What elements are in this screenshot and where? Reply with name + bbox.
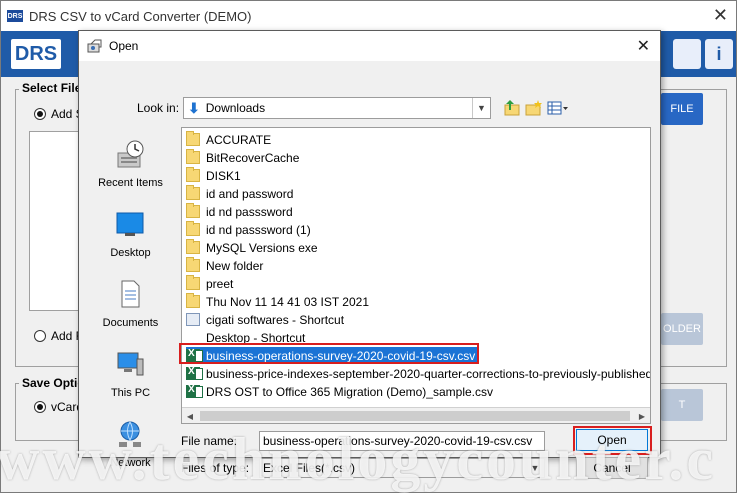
add-folder-button[interactable]: OLDER (661, 313, 703, 345)
selected-file-highlight-box (179, 343, 479, 364)
horizontal-scrollbar[interactable]: ◀ ▶ (182, 407, 650, 423)
documents-icon (115, 279, 145, 309)
add-file-button[interactable]: FILE (661, 93, 703, 125)
place-label: This PC (110, 387, 151, 399)
folder-row[interactable]: Thu Nov 11 14 41 03 IST 2021 (186, 293, 369, 310)
up-folder-icon[interactable] (503, 99, 521, 117)
watermark-text: www.technologycounter.c (0, 426, 717, 492)
folder-row[interactable]: id nd passsword (186, 203, 293, 220)
add-folder-radio[interactable] (34, 330, 46, 342)
file-name: ACCURATE (206, 132, 272, 147)
header-button[interactable] (673, 39, 701, 69)
file-name: New folder (206, 258, 264, 273)
place-label: Desktop (110, 247, 151, 259)
file-name: Thu Nov 11 14 41 03 IST 2021 (206, 294, 370, 309)
new-folder-icon[interactable] (525, 99, 543, 117)
convert-button[interactable]: T (661, 389, 703, 421)
folder-icon (186, 275, 200, 290)
folder-icon (186, 185, 200, 200)
file-name: preet (206, 276, 234, 291)
file-name: id nd passsword (206, 204, 293, 219)
dialog-body: Look in: ⬇ Downloads ▼ Recent Items Desk… (79, 61, 660, 479)
folder-row[interactable]: New folder (186, 257, 263, 274)
folder-row[interactable]: ACCURATE (186, 131, 271, 148)
look-in-dropdown[interactable]: ⬇ Downloads ▼ (183, 97, 491, 119)
folder-row[interactable]: MySQL Versions exe (186, 239, 318, 256)
dialog-app-icon (87, 39, 103, 53)
file-name: cigati softwares - Shortcut (206, 312, 345, 327)
place-desktop[interactable]: Desktop (87, 205, 174, 271)
scroll-right-icon[interactable]: ▶ (634, 408, 650, 424)
folder-row[interactable]: BitRecoverCache (186, 149, 299, 166)
file-name: id and password (206, 186, 294, 201)
dialog-titlebar: Open ✕ (79, 31, 660, 61)
file-name: MySQL Versions exe (206, 240, 318, 255)
file-name: business-price-indexes-september-2020-qu… (206, 366, 651, 381)
folder-row[interactable]: id nd passsword (1) (186, 221, 311, 238)
scroll-thumb[interactable] (200, 411, 630, 421)
place-recent-items[interactable]: Recent Items (87, 135, 174, 201)
dialog-title: Open (109, 39, 139, 53)
add-single-radio[interactable] (34, 108, 46, 120)
downloads-arrow-icon: ⬇ (188, 99, 200, 116)
vcard-radio[interactable] (34, 401, 46, 413)
place-label: Documents (102, 317, 159, 329)
view-menu-icon[interactable] (547, 99, 569, 117)
app-logo-small-icon: DRS (7, 10, 23, 22)
select-file-group-title: Select File (19, 81, 85, 95)
excel-file-icon (186, 384, 203, 398)
open-dialog: Open ✕ Look in: ⬇ Downloads ▼ Recent Ite… (78, 30, 661, 479)
folder-icon (186, 293, 200, 308)
this-pc-icon (115, 349, 145, 379)
folder-icon (186, 149, 200, 164)
desktop-icon (115, 209, 145, 239)
folder-row[interactable]: id and password (186, 185, 293, 202)
place-documents[interactable]: Documents (87, 275, 174, 341)
file-name: DISK1 (206, 168, 241, 183)
app-titlebar: DRS DRS CSV to vCard Converter (DEMO) ✕ (1, 1, 736, 31)
folder-icon (186, 131, 200, 146)
excel-file-icon (186, 366, 203, 380)
app-logo: DRS (11, 39, 61, 69)
file-row[interactable]: cigati softwares - Shortcut (186, 311, 344, 328)
file-name: id nd passsword (1) (206, 222, 311, 237)
scroll-left-icon[interactable]: ◀ (182, 408, 198, 424)
folder-icon (186, 167, 200, 182)
folder-row[interactable]: preet (186, 275, 233, 292)
chevron-down-icon[interactable]: ▼ (472, 98, 490, 118)
file-row[interactable]: DRS OST to Office 365 Migration (Demo)_s… (186, 383, 493, 400)
app-title: DRS CSV to vCard Converter (DEMO) (29, 8, 252, 24)
recent-items-icon (115, 139, 145, 169)
file-list[interactable]: ACCURATE BitRecoverCache DISK1 id and passw… (181, 127, 651, 424)
look-in-label: Look in: (137, 101, 180, 115)
file-list-panel (29, 131, 79, 311)
file-name: DRS OST to Office 365 Migration (Demo)_s… (206, 384, 493, 399)
file-name: BitRecoverCache (206, 150, 300, 165)
folder-icon (186, 221, 200, 236)
folder-icon (186, 203, 200, 218)
shortcut-icon (186, 313, 200, 326)
folder-icon (186, 257, 200, 272)
folder-row[interactable]: DISK1 (186, 167, 241, 184)
place-label: Recent Items (98, 177, 163, 189)
file-row[interactable]: business-price-indexes-september-2020-qu… (186, 365, 651, 382)
app-close-icon[interactable]: ✕ (713, 5, 728, 26)
place-this-pc[interactable]: This PC (87, 345, 174, 411)
folder-icon (186, 239, 200, 254)
info-icon[interactable]: i (705, 39, 733, 69)
look-in-value: Downloads (205, 101, 266, 115)
dialog-close-icon[interactable]: ✕ (637, 36, 650, 56)
